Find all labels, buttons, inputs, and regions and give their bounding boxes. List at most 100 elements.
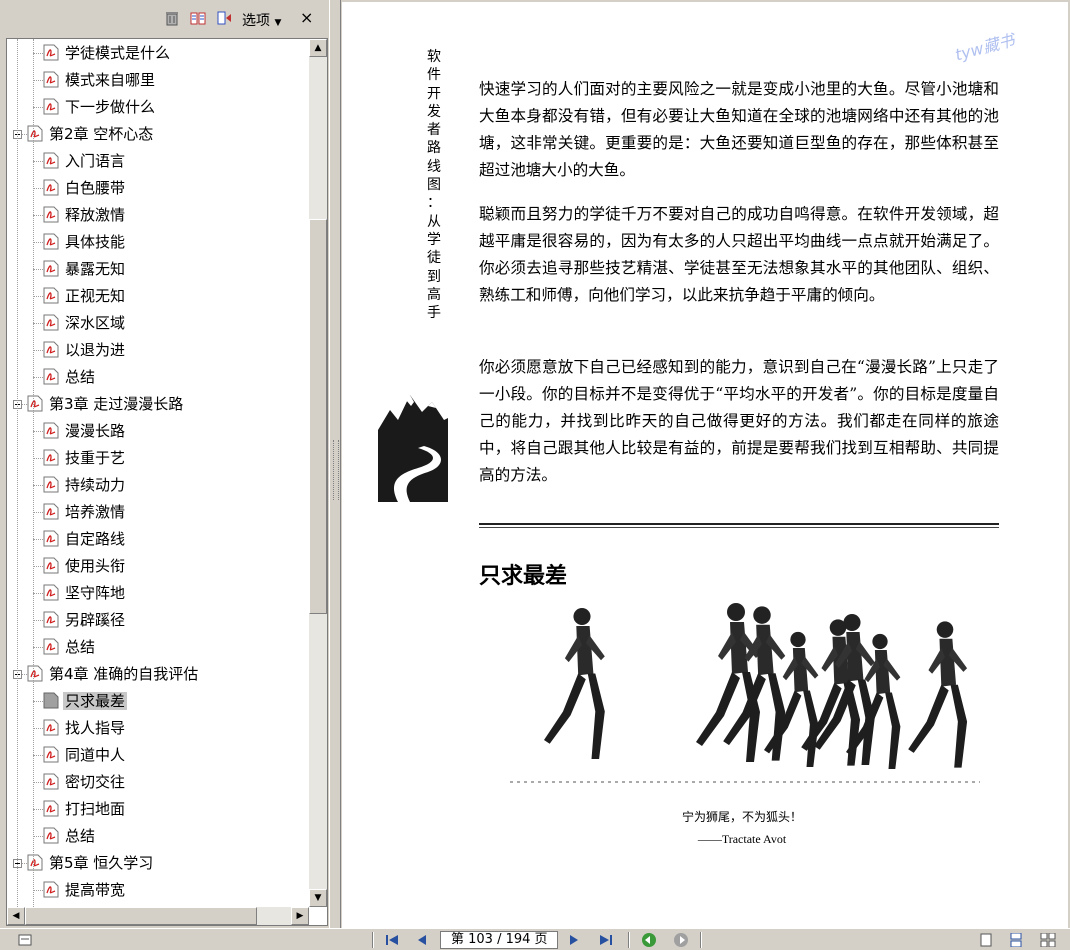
pdf-page-icon bbox=[43, 179, 59, 196]
trash-icon[interactable] bbox=[164, 10, 180, 26]
bookmark-item[interactable]: 培养激情 bbox=[43, 499, 127, 525]
bookmark-item[interactable]: 只求最差 bbox=[43, 688, 128, 714]
bookmark-label: 找人指导 bbox=[65, 719, 126, 737]
bookmark-item[interactable]: 总结 bbox=[43, 823, 97, 849]
next-page-icon[interactable] bbox=[566, 933, 582, 947]
options-menu[interactable]: 选项 ▼ bbox=[242, 10, 281, 30]
tree-connector bbox=[33, 647, 43, 648]
vertical-title-char: 者 bbox=[427, 122, 441, 139]
tree-connector bbox=[33, 242, 43, 243]
options-label: 选项 bbox=[242, 13, 270, 29]
new-bookmark-icon[interactable] bbox=[190, 10, 206, 26]
pdf-page-icon bbox=[43, 476, 59, 493]
pdf-page-icon bbox=[43, 206, 59, 223]
page-layout-icon[interactable] bbox=[18, 934, 32, 946]
scroll-left-button[interactable]: ◀ bbox=[7, 907, 25, 925]
watermark: tyw藏书 bbox=[952, 30, 1017, 65]
bookmark-item[interactable]: 以退为进 bbox=[43, 337, 127, 363]
back-view-icon[interactable] bbox=[640, 932, 658, 948]
horizontal-scroll-thumb[interactable] bbox=[25, 907, 257, 925]
bookmark-item[interactable]: 坚守阵地 bbox=[43, 580, 127, 606]
forward-view-icon[interactable] bbox=[672, 932, 690, 948]
bookmark-label: 技重于艺 bbox=[65, 449, 126, 467]
bookmark-item[interactable]: 模式来自哪里 bbox=[43, 67, 157, 93]
vertical-title-char: 从 bbox=[427, 213, 441, 230]
continuous-page-icon[interactable] bbox=[1008, 933, 1024, 947]
bookmark-item[interactable]: 正视无知 bbox=[43, 283, 127, 309]
pdf-page-icon bbox=[43, 368, 59, 385]
vertical-title-char: 徒 bbox=[427, 250, 441, 267]
vertical-title-char: 件 bbox=[427, 67, 441, 84]
bookmark-item[interactable]: 暴露无知 bbox=[43, 256, 127, 282]
bookmark-chapter[interactable]: 第5章 恒久学习 bbox=[27, 850, 155, 876]
bookmark-item[interactable]: 白色腰带 bbox=[43, 175, 127, 201]
bookmark-item[interactable]: 漫漫长路 bbox=[43, 418, 127, 444]
vertical-title-char: 开 bbox=[427, 85, 441, 102]
horizontal-scrollbar[interactable]: ◀ ▶ bbox=[7, 907, 309, 925]
pdf-page-icon bbox=[43, 503, 59, 520]
previous-page-icon[interactable] bbox=[414, 933, 430, 947]
scroll-right-button[interactable]: ▶ bbox=[291, 907, 309, 925]
bookmark-item[interactable]: 具体技能 bbox=[43, 229, 127, 255]
pdf-page-icon bbox=[43, 638, 59, 655]
bookmark-label: 暴露无知 bbox=[65, 260, 126, 278]
splitter-grip[interactable] bbox=[333, 440, 339, 500]
scroll-down-button[interactable]: ▼ bbox=[309, 889, 327, 907]
pdf-page-icon bbox=[43, 152, 59, 169]
tree-connector bbox=[33, 701, 43, 702]
single-page-icon[interactable] bbox=[978, 933, 994, 947]
tree-connector bbox=[33, 566, 43, 567]
bookmark-item[interactable]: 技重于艺 bbox=[43, 445, 127, 471]
pdf-page-icon bbox=[43, 773, 59, 790]
bookmark-item[interactable]: 自定路线 bbox=[43, 526, 127, 552]
bookmark-item[interactable]: 总结 bbox=[43, 634, 97, 660]
tree-connector bbox=[33, 539, 43, 540]
bookmark-chapter[interactable]: 第3章 走过漫漫长路 bbox=[27, 391, 185, 417]
separator bbox=[628, 932, 630, 948]
last-page-icon[interactable] bbox=[598, 933, 614, 947]
tree-connector bbox=[33, 269, 43, 270]
vertical-title-char: 线 bbox=[427, 158, 441, 175]
tree-connector bbox=[17, 39, 18, 907]
bookmark-item[interactable]: 打扫地面 bbox=[43, 796, 127, 822]
bookmark-item[interactable]: 持续动力 bbox=[43, 472, 127, 498]
bookmark-label: 提高带宽 bbox=[65, 881, 126, 899]
scroll-up-button[interactable]: ▲ bbox=[309, 39, 327, 57]
page-number-field[interactable]: 第 103 / 194 页 bbox=[440, 931, 558, 949]
tree-connector bbox=[33, 593, 43, 594]
bookmark-item[interactable]: 下一步做什么 bbox=[43, 94, 157, 120]
bookmark-label: 总结 bbox=[65, 638, 96, 656]
bookmark-item[interactable]: 同道中人 bbox=[43, 742, 127, 768]
bookmark-item[interactable]: 深水区域 bbox=[43, 310, 127, 336]
facing-pages-icon[interactable] bbox=[1040, 933, 1056, 947]
bookmark-item[interactable]: 另辟蹊径 bbox=[43, 607, 127, 633]
tree-connector bbox=[33, 620, 43, 621]
epigraph-source: ——Tractate Avot bbox=[697, 832, 787, 846]
bookmark-label: 培养激情 bbox=[65, 503, 126, 521]
separator bbox=[700, 932, 702, 948]
bookmark-item[interactable]: 使用头衔 bbox=[43, 553, 127, 579]
bookmark-item[interactable]: 密切交往 bbox=[43, 769, 127, 795]
vertical-scroll-thumb[interactable] bbox=[309, 219, 327, 614]
bookmark-label: 正视无知 bbox=[65, 287, 126, 305]
pdf-page-icon bbox=[27, 125, 43, 142]
bookmark-item[interactable]: 提高带宽 bbox=[43, 877, 127, 903]
vertical-title-char: 到 bbox=[427, 268, 441, 285]
tree-connector bbox=[33, 350, 43, 351]
bookmark-item[interactable]: 找人指导 bbox=[43, 715, 127, 741]
panel-splitter[interactable] bbox=[329, 0, 341, 928]
bookmark-item[interactable]: 入门语言 bbox=[43, 148, 127, 174]
bookmark-item[interactable]: 释放激情 bbox=[43, 202, 127, 228]
bookmark-chapter[interactable]: 第2章 空杯心态 bbox=[27, 121, 155, 147]
document-page: 软件开发者路线图：从学徒到高手 tyw藏书 快速学习的人们面对的主要风险之一就是… bbox=[342, 2, 1068, 928]
tree-connector bbox=[33, 431, 43, 432]
close-panel-button[interactable]: × bbox=[300, 8, 313, 27]
bookmark-item[interactable]: 总结 bbox=[43, 364, 97, 390]
bookmark-chapter[interactable]: 第4章 准确的自我评估 bbox=[27, 661, 200, 687]
first-page-icon[interactable] bbox=[384, 933, 400, 947]
tree-connector bbox=[33, 485, 43, 486]
bookmark-label: 白色腰带 bbox=[65, 179, 126, 197]
bookmark-item[interactable]: 学徒模式是什么 bbox=[43, 40, 172, 66]
vertical-scrollbar[interactable]: ▲ ▼ bbox=[309, 39, 327, 907]
expand-bookmark-icon[interactable] bbox=[216, 10, 232, 26]
